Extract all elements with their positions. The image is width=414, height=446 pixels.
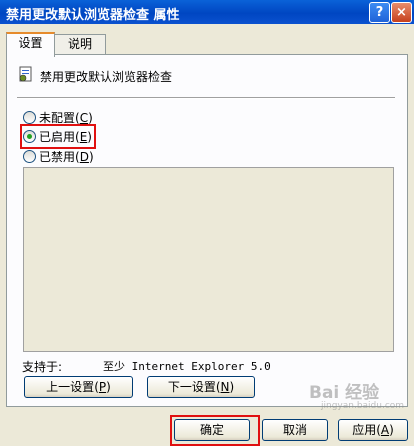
previous-setting-button[interactable]: 上一设置(P)	[24, 376, 133, 398]
support-value: 至少 Internet Explorer 5.0	[103, 360, 271, 373]
tab-explain[interactable]: 说明	[54, 34, 106, 55]
apply-label: 应用	[352, 423, 377, 437]
support-label: 支持于:	[22, 360, 63, 374]
apply-button[interactable]: 应用(A)	[338, 419, 408, 441]
watermark-url: jingyan.baidu.com	[321, 401, 405, 411]
title-bar[interactable]: 禁用更改默认浏览器检查 属性 ? ×	[0, 0, 414, 24]
radio-not-configured-circle[interactable]	[23, 111, 36, 124]
tab-settings-label: 设置	[18, 36, 43, 50]
close-button[interactable]: ×	[391, 2, 412, 23]
policy-name: 禁用更改默认浏览器检查	[40, 70, 173, 84]
enabled-highlight-box	[20, 124, 96, 149]
radio-disabled-circle[interactable]	[23, 150, 36, 163]
help-button[interactable]: ?	[369, 2, 390, 23]
policy-setting-icon	[19, 66, 32, 82]
next-setting-label: 下一设置	[167, 380, 216, 394]
ok-highlight-box	[170, 415, 260, 446]
radio-disabled-label: 已禁用(D)	[39, 150, 94, 164]
next-setting-key: N	[220, 380, 230, 394]
baidu-watermark: Bai 经验 jingyan.baidu.com	[309, 378, 409, 414]
watermark-text: Bai 经验	[309, 383, 380, 403]
previous-setting-key: P	[98, 380, 107, 394]
separator	[17, 97, 395, 99]
cancel-label: 取消	[282, 423, 307, 437]
apply-key: A	[380, 423, 390, 437]
options-area	[23, 167, 394, 352]
previous-setting-label: 上一设置	[46, 380, 95, 394]
help-icon: ?	[375, 5, 384, 20]
cancel-button[interactable]: 取消	[262, 419, 328, 441]
tab-settings[interactable]: 设置	[6, 32, 55, 57]
tab-explain-label: 说明	[67, 37, 92, 51]
next-setting-button[interactable]: 下一设置(N)	[147, 376, 255, 398]
window-title: 禁用更改默认浏览器检查 属性	[6, 8, 180, 23]
close-icon: ×	[396, 5, 407, 20]
